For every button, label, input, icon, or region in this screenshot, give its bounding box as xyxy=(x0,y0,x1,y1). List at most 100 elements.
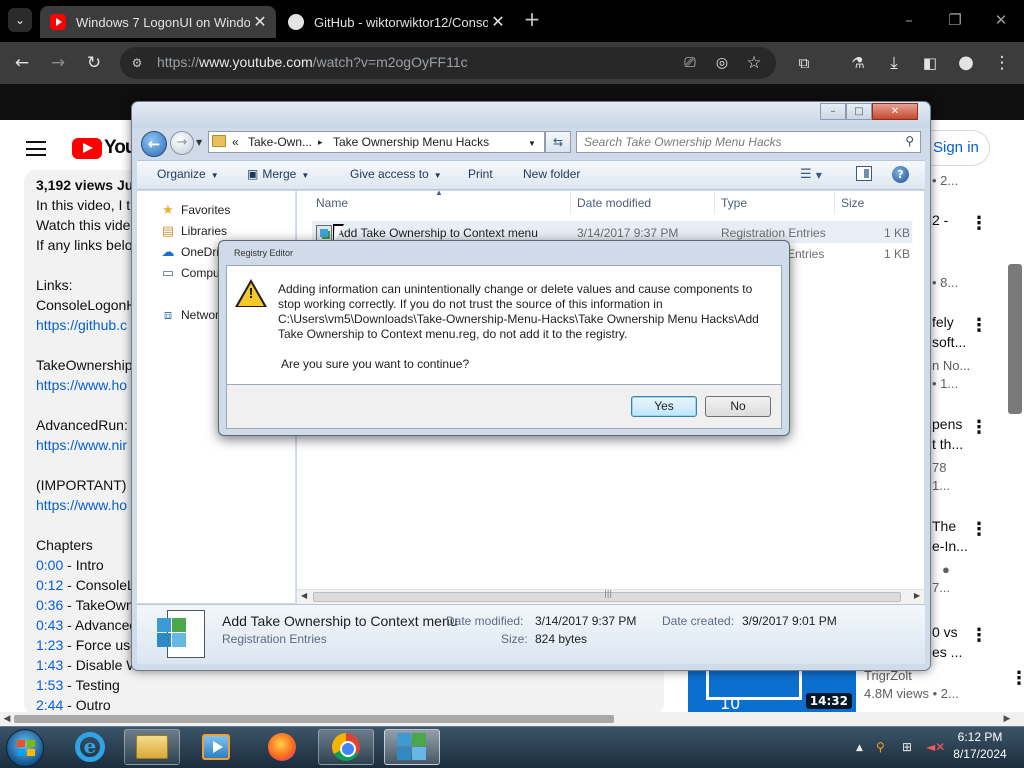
file-name[interactable]: Add Take Ownership to Context menu xyxy=(336,226,538,240)
more-actions-icon[interactable]: ⋮ xyxy=(970,519,988,540)
show-hidden-icons-icon[interactable]: ▲ xyxy=(856,743,863,753)
close-icon[interactable]: ✕ xyxy=(872,103,918,120)
more-actions-icon[interactable]: ⋮ xyxy=(970,417,988,438)
site-info-icon[interactable]: ⚙ xyxy=(128,54,146,72)
merge-button[interactable]: ▣ Merge ▼ xyxy=(247,167,309,181)
breadcrumb-item[interactable]: Take-Own... xyxy=(248,135,312,149)
recommendation-title[interactable]: fely xyxy=(932,314,954,330)
breadcrumb-separator-icon[interactable]: ▸ xyxy=(318,137,323,148)
maximize-icon[interactable]: □ xyxy=(846,103,872,120)
hamburger-menu-icon[interactable] xyxy=(26,141,46,156)
more-menu-icon[interactable]: ⋮ xyxy=(990,51,1014,75)
yes-button[interactable]: Yes xyxy=(631,396,697,417)
recent-pages-dropdown-icon[interactable]: ▼ xyxy=(196,138,202,147)
preview-pane-icon[interactable] xyxy=(856,166,872,181)
explorer-titlebar[interactable] xyxy=(132,102,930,128)
column-divider[interactable] xyxy=(834,192,835,214)
more-actions-icon[interactable]: ⋮ xyxy=(970,213,988,234)
address-dropdown-icon[interactable]: ▼ xyxy=(528,139,536,148)
taskbar-internet-explorer[interactable]: e xyxy=(62,729,118,765)
taskbar-firefox[interactable] xyxy=(254,729,310,765)
extensions-icon[interactable]: ⧉ xyxy=(792,51,816,75)
close-window-icon[interactable]: ✕ xyxy=(986,8,1016,32)
chapter-item[interactable]: 0:12 - ConsoleL xyxy=(36,577,135,593)
close-tab-icon[interactable]: ✕ xyxy=(488,12,508,32)
system-clock[interactable]: 6:12 PM 8/17/2024 xyxy=(940,729,1020,763)
scroll-right-icon[interactable]: ▶ xyxy=(914,591,920,600)
refresh-icon[interactable]: ⇆ xyxy=(545,131,571,153)
scroll-left-icon[interactable]: ◀ xyxy=(0,712,14,726)
chapter-item[interactable]: 1:43 - Disable W xyxy=(36,657,139,673)
page-scrollbar[interactable] xyxy=(1008,264,1022,414)
network-icon[interactable]: ⊞ xyxy=(902,740,912,754)
taskbar-chrome[interactable] xyxy=(318,729,374,765)
forward-icon[interactable]: → xyxy=(46,51,70,75)
video-thumbnail[interactable]: 10 14:32 xyxy=(688,666,856,712)
eye-off-icon[interactable]: ◎ xyxy=(710,51,734,75)
tab-search-button[interactable]: ⌄ xyxy=(8,8,32,32)
breadcrumb-current[interactable]: Take Ownership Menu Hacks xyxy=(333,135,489,149)
youtube-logo-icon[interactable] xyxy=(72,138,102,159)
chapter-item[interactable]: 0:36 - TakeOwn xyxy=(36,597,134,613)
new-folder-button[interactable]: New folder xyxy=(523,167,580,181)
recommendation-title[interactable]: e-In... xyxy=(932,538,968,554)
scroll-left-icon[interactable]: ◀ xyxy=(301,591,307,600)
column-divider[interactable] xyxy=(570,192,571,214)
scrollbar-thumb[interactable] xyxy=(14,715,614,723)
nav-computer[interactable]: ▭ Compu xyxy=(160,266,220,281)
minimize-icon[interactable]: – xyxy=(820,103,846,120)
chapter-item[interactable]: 0:00 - Intro xyxy=(36,557,104,573)
minimize-icon[interactable]: – xyxy=(894,8,924,32)
recommendation-title[interactable]: es ... xyxy=(932,644,962,660)
tab-github[interactable]: GitHub - wiktorwiktor12/Conso ✕ xyxy=(278,6,514,38)
description-link[interactable]: https://www.nir xyxy=(36,437,127,453)
new-tab-button[interactable]: + xyxy=(520,8,544,32)
column-divider[interactable] xyxy=(714,192,715,214)
close-tab-icon[interactable]: ✕ xyxy=(250,12,270,32)
description-link[interactable]: https://www.ho xyxy=(36,497,127,513)
column-size[interactable]: Size xyxy=(841,196,864,210)
labs-flask-icon[interactable]: ⚗ xyxy=(846,51,870,75)
nav-onedrive[interactable]: ☁ OneDri xyxy=(160,245,220,260)
bookmark-star-icon[interactable]: ☆ xyxy=(742,51,766,75)
recommendation-title[interactable]: soft... xyxy=(932,334,966,350)
search-input[interactable]: Search Take Ownership Menu Hacks ⚲ xyxy=(576,131,921,153)
organize-button[interactable]: Organize ▼ xyxy=(157,167,219,181)
column-type[interactable]: Type xyxy=(721,196,747,210)
download-icon[interactable]: ⤓ xyxy=(882,51,906,75)
recommendation-title[interactable]: t th... xyxy=(932,436,963,452)
scroll-right-icon[interactable]: ▶ xyxy=(1000,712,1014,726)
profile-icon[interactable]: ● xyxy=(954,51,978,75)
no-button[interactable]: No xyxy=(705,396,771,417)
column-date-modified[interactable]: Date modified xyxy=(577,196,651,210)
description-link[interactable]: https://github.c xyxy=(36,317,127,333)
tab-youtube[interactable]: Windows 7 LogonUI on Windo ✕ xyxy=(40,6,276,38)
breadcrumb-overflow[interactable]: « xyxy=(232,135,239,149)
taskbar-registry-editor[interactable] xyxy=(384,729,440,765)
recommendation-title[interactable]: 0 vs xyxy=(932,624,958,640)
search-icon[interactable]: ⚲ xyxy=(876,740,885,754)
nav-favorites[interactable]: ★ Favorites xyxy=(160,203,230,218)
side-panel-icon[interactable]: ◧ xyxy=(918,51,942,75)
more-actions-icon[interactable]: ⋮ xyxy=(970,625,988,646)
forward-icon[interactable]: → xyxy=(170,131,194,155)
nav-libraries[interactable]: ▤ Libraries xyxy=(160,224,227,239)
nav-network[interactable]: ⧈ Networ xyxy=(160,308,219,323)
taskbar-media-player[interactable] xyxy=(188,729,244,765)
column-name[interactable]: Name xyxy=(316,196,348,210)
chapter-item[interactable]: 0:43 - Advanced xyxy=(36,617,137,633)
change-view-icon[interactable]: ☰ ▼ xyxy=(800,167,822,182)
reload-icon[interactable]: ↻ xyxy=(82,51,106,75)
recommendation-title[interactable]: The xyxy=(932,518,956,534)
recommendation-title[interactable]: 2 - xyxy=(932,212,948,228)
chapter-item[interactable]: 1:53 - Testing xyxy=(36,677,120,693)
give-access-button[interactable]: Give access to ▼ xyxy=(350,167,442,181)
chapter-item[interactable]: 1:23 - Force use xyxy=(36,637,138,653)
page-horizontal-scrollbar[interactable]: ◀ ▶ xyxy=(0,712,1024,726)
taskbar-windows-explorer[interactable] xyxy=(124,729,180,765)
back-icon[interactable]: ← xyxy=(141,131,167,157)
chapter-item[interactable]: 2:44 - Outro xyxy=(36,697,111,713)
install-app-icon[interactable]: ⎚ xyxy=(678,51,702,75)
more-actions-icon[interactable]: ⋮ xyxy=(970,315,988,336)
start-button[interactable] xyxy=(6,729,44,767)
